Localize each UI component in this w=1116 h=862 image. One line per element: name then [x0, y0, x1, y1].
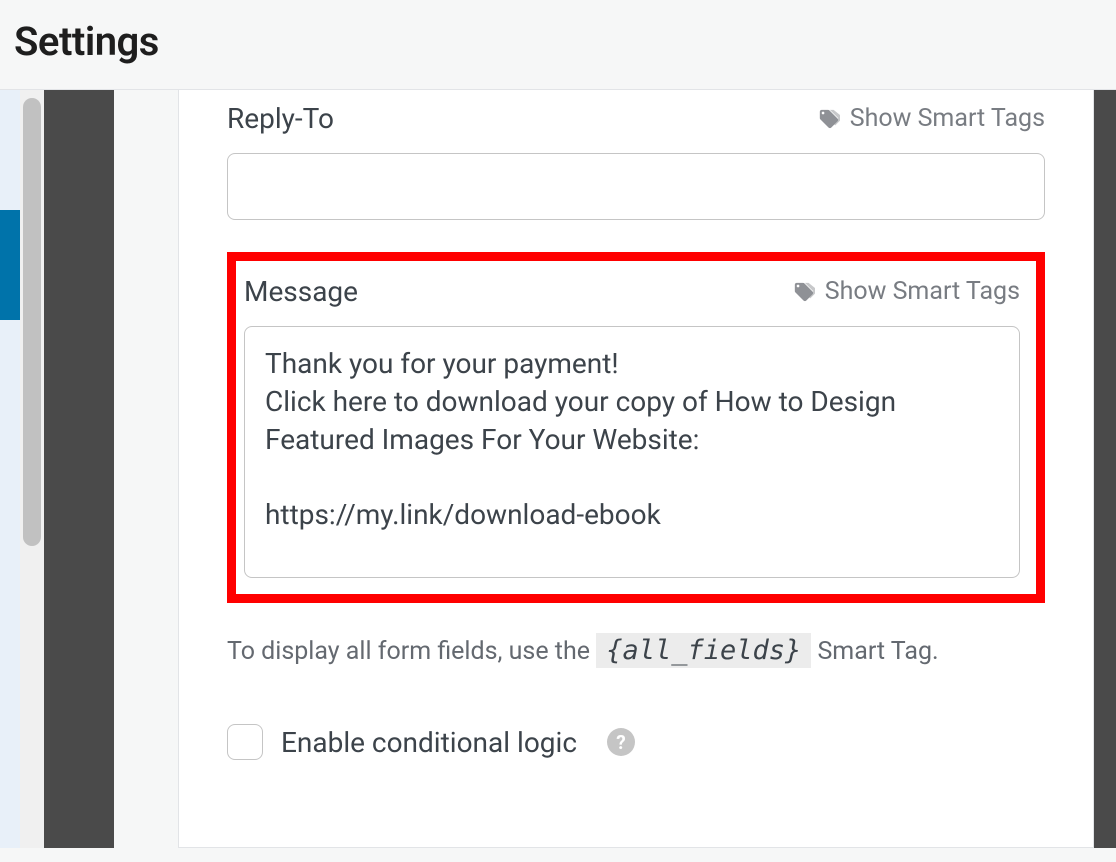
reply-to-header: Reply-To Show Smart Tags — [227, 102, 1045, 135]
conditional-logic-row: Enable conditional logic ? — [227, 724, 1045, 760]
hint-code-tag: {all_fields} — [596, 633, 811, 668]
reply-to-smart-tags-link[interactable]: Show Smart Tags — [818, 104, 1045, 133]
left-rail — [0, 90, 20, 848]
message-highlighted-section: Message Show Smart Tags Thank you for yo… — [227, 252, 1045, 603]
hint-prefix: To display all form fields, use the — [227, 637, 596, 666]
page-title: Settings — [14, 18, 1102, 65]
dark-sidebar — [44, 90, 114, 848]
reply-to-input[interactable] — [227, 153, 1045, 220]
conditional-logic-label: Enable conditional logic — [281, 726, 577, 759]
message-header: Message Show Smart Tags — [244, 275, 1020, 308]
hint-suffix: Smart Tag. — [811, 637, 938, 666]
hint-text: To display all form fields, use the {all… — [227, 629, 1045, 672]
main-layout: Reply-To Show Smart Tags Message — [0, 90, 1116, 848]
help-icon[interactable]: ? — [607, 728, 635, 756]
reply-to-smart-tags-text: Show Smart Tags — [850, 104, 1045, 133]
right-rail — [1094, 90, 1116, 848]
scrollbar-track[interactable] — [20, 90, 44, 848]
conditional-logic-checkbox[interactable] — [227, 724, 263, 760]
tags-icon — [818, 108, 840, 130]
content-panel: Reply-To Show Smart Tags Message — [178, 90, 1094, 848]
message-smart-tags-link[interactable]: Show Smart Tags — [793, 277, 1020, 306]
reply-to-section: Reply-To Show Smart Tags — [227, 102, 1045, 220]
scrollbar-thumb[interactable] — [23, 98, 41, 546]
message-textarea[interactable]: Thank you for your payment! Click here t… — [244, 326, 1020, 578]
message-label: Message — [244, 275, 358, 308]
message-smart-tags-text: Show Smart Tags — [825, 277, 1020, 306]
tags-icon — [793, 281, 815, 303]
reply-to-label: Reply-To — [227, 102, 334, 135]
spacer — [114, 90, 178, 848]
page-header: Settings — [0, 0, 1116, 90]
